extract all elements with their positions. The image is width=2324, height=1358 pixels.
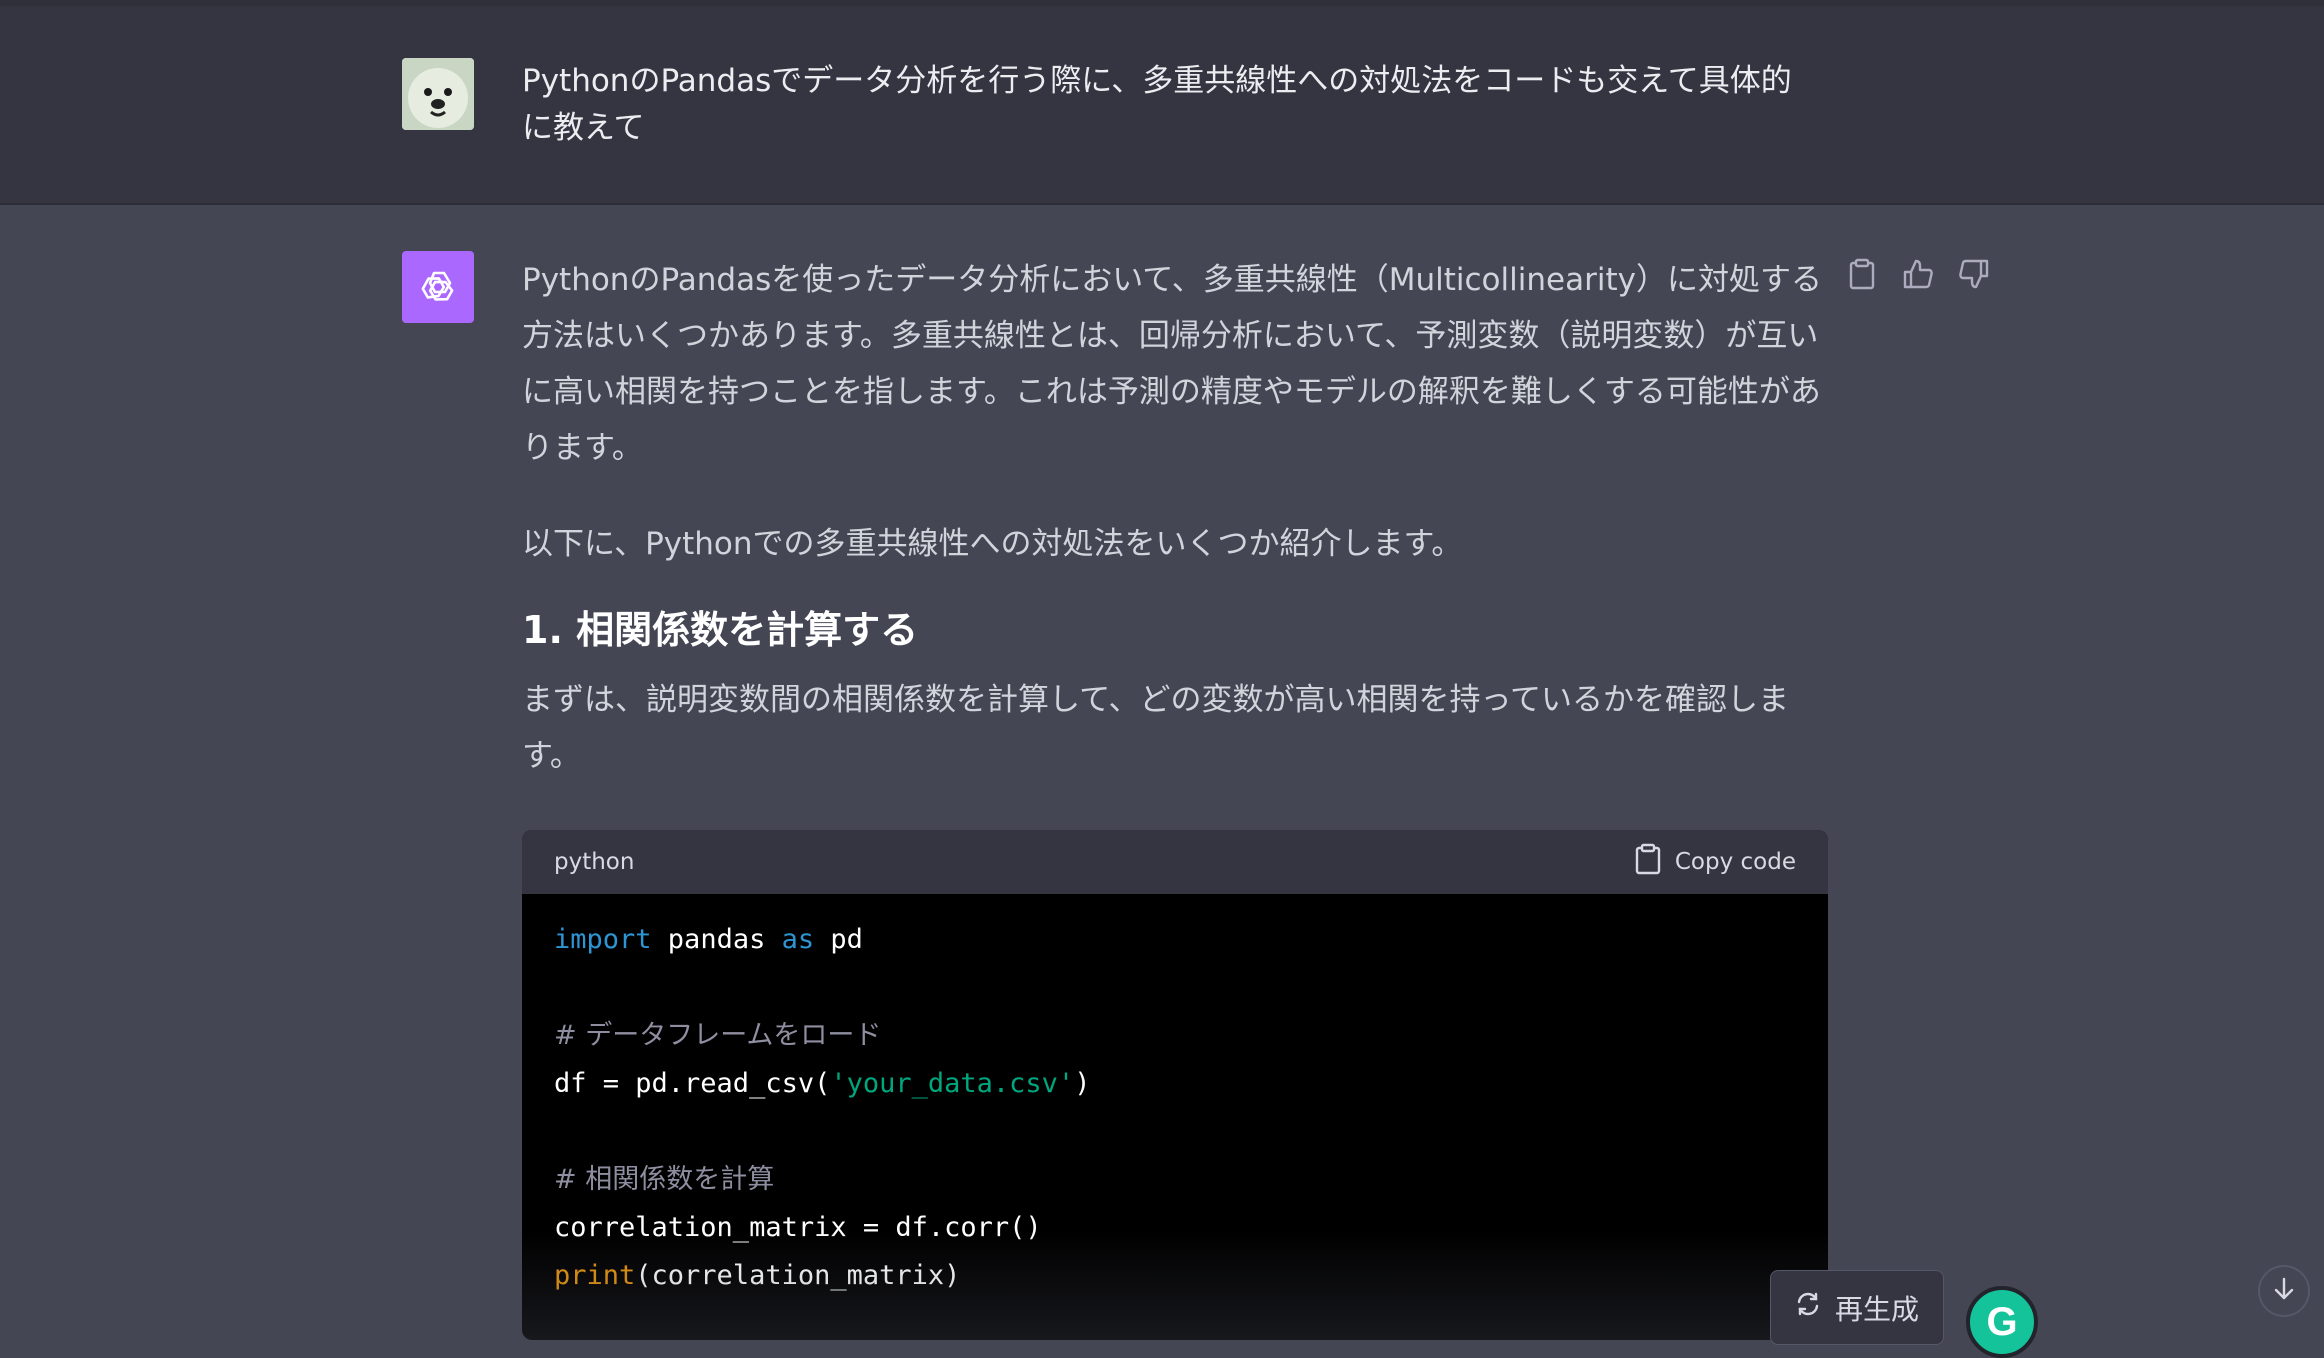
arrow-down-icon xyxy=(2272,1276,2296,1306)
thumbs-up-icon[interactable] xyxy=(1901,257,1935,291)
code-body: import pandas as pd # データフレームをロード df = pd.… xyxy=(522,894,1828,1340)
code-header: python Copy code xyxy=(522,830,1828,894)
answer-lead: 以下に、Pythonでの多重共線性への対処法をいくつか紹介します。 xyxy=(522,526,1463,562)
clipboard-icon[interactable] xyxy=(1845,257,1879,291)
section-description: まずは、説明変数間の相関係数を計算して、どの変数が高い相関を持っているかを確認し… xyxy=(522,682,1789,774)
scroll-down-button[interactable] xyxy=(2258,1265,2310,1317)
code-token: as xyxy=(781,924,815,955)
refresh-icon xyxy=(1795,1291,1821,1324)
regenerate-label: 再生成 xyxy=(1834,1292,1919,1326)
code-language: python xyxy=(554,849,635,875)
code-token: (correlation_matrix) xyxy=(635,1260,961,1291)
code-comment: # 相関係数を計算 xyxy=(554,1164,775,1195)
user-avatar xyxy=(402,58,474,130)
thumbs-down-icon[interactable] xyxy=(1957,257,1991,291)
answer-intro: PythonのPandasを使ったデータ分析において、多重共線性（Multico… xyxy=(522,262,1822,466)
code-token: ) xyxy=(1074,1068,1091,1099)
grammarly-letter: G xyxy=(1986,1299,2018,1344)
user-message-text: PythonのPandasでデータ分析を行う際に、多重共線性への対処法をコードも… xyxy=(522,63,1792,146)
copy-code-label: Copy code xyxy=(1674,849,1796,875)
code-string: 'your_data.csv' xyxy=(830,1068,1075,1099)
regenerate-button[interactable]: 再生成 xyxy=(1770,1270,1944,1345)
assistant-message-row: PythonのPandasを使ったデータ分析において、多重共線性（Multico… xyxy=(0,205,2324,1358)
code-line: # データフレームをロード xyxy=(554,1012,1796,1060)
code-token: pd xyxy=(814,924,863,955)
chatgpt-logo-icon xyxy=(402,251,474,323)
code-token: df = pd.read_csv( xyxy=(554,1068,831,1099)
code-token: import xyxy=(554,924,652,955)
code-block: python Copy code import pandas as pd # デー… xyxy=(522,830,1828,1340)
code-token: pandas xyxy=(651,924,782,955)
code-line: import pandas as pd xyxy=(554,916,1796,964)
code-line: print(correlation_matrix) xyxy=(554,1252,1796,1300)
user-message-row: PythonのPandasでデータ分析を行う際に、多重共線性への対処法をコードも… xyxy=(0,6,2324,205)
code-comment: # データフレームをロード xyxy=(554,1020,882,1051)
message-actions xyxy=(1845,257,1991,291)
clipboard-icon xyxy=(1635,843,1661,881)
copy-code-button[interactable]: Copy code xyxy=(1635,843,1796,881)
code-line: # 相関係数を計算 xyxy=(554,1156,1796,1204)
grammarly-icon[interactable]: G xyxy=(1966,1286,2038,1358)
code-function: print xyxy=(554,1260,636,1291)
section-heading: 1. 相関係数を計算する xyxy=(522,608,919,652)
assistant-message-content: PythonのPandasを使ったデータ分析において、多重共線性（Multico… xyxy=(522,252,1832,1340)
code-line: df = pd.read_csv('your_data.csv') xyxy=(554,1060,1796,1108)
code-token: correlation_matrix = df.corr() xyxy=(554,1212,1042,1243)
code-line: correlation_matrix = df.corr() xyxy=(554,1204,1796,1252)
